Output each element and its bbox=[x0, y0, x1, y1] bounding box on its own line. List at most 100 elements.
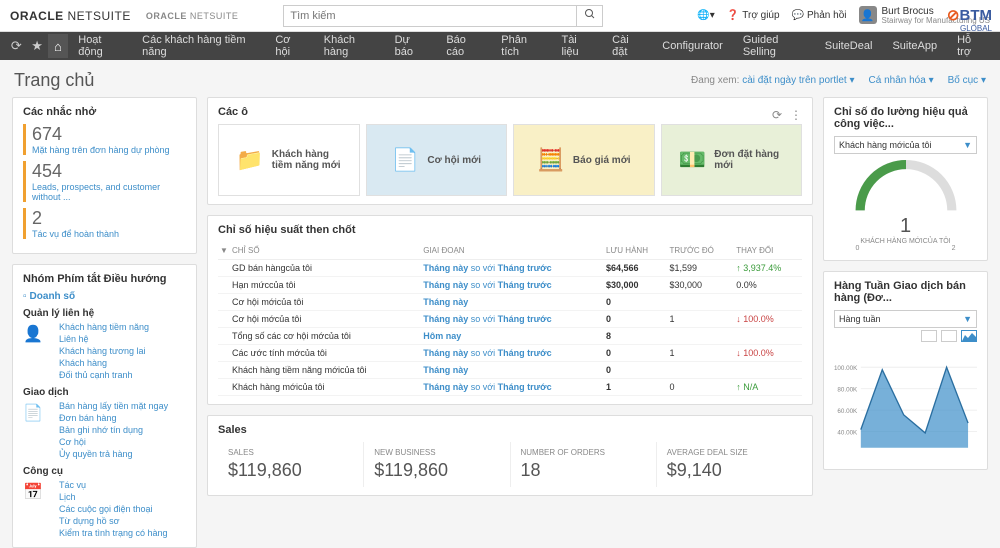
shortcut-link[interactable]: Ủy quyền trả hàng bbox=[41, 448, 168, 460]
kpi-period[interactable]: Tháng này bbox=[421, 294, 604, 311]
page-header: Trang chủ Đang xem: cài đặt ngày trên po… bbox=[0, 60, 1000, 97]
tile-icon: 🧮 bbox=[537, 146, 565, 174]
kpi-col: TRƯỚC ĐÓ bbox=[667, 242, 734, 260]
nav-tài-liệu[interactable]: Tài liệu bbox=[551, 32, 602, 60]
kpi-row: Cơ hội mớicủa tôiTháng này0 bbox=[218, 294, 802, 311]
shortcut-link[interactable]: Bán hàng lấy tiền mặt ngay bbox=[41, 400, 168, 412]
shortcut-link[interactable]: Bản ghi nhớ tín dụng bbox=[41, 424, 168, 436]
kpi-row: Khách hàng tiềm năng mớicủa tôiTháng này… bbox=[218, 362, 802, 379]
nav-suiteapp[interactable]: SuiteApp bbox=[882, 32, 947, 60]
kpi-title: Chỉ số hiệu suất then chốt bbox=[218, 224, 802, 236]
shortcut-group-icon: 📄 bbox=[23, 400, 41, 460]
recent-icon[interactable]: ⟳ bbox=[6, 34, 27, 58]
kpi-period[interactable]: Hôm nay bbox=[421, 328, 604, 345]
kpi-row: Hạn mứccủa tôiTháng này so với Tháng trư… bbox=[218, 277, 802, 294]
reminder-link[interactable]: Mặt hàng trên đơn hàng dự phòng bbox=[32, 145, 186, 155]
kpi-period[interactable]: Tháng này so với Tháng trước bbox=[421, 311, 604, 328]
search-icon bbox=[584, 8, 596, 20]
viewing-label: Đang xem: cài đặt ngày trên portlet ▾ bbox=[691, 75, 854, 86]
kpi-period[interactable]: Tháng này so với Tháng trước bbox=[421, 260, 604, 277]
viewing-value[interactable]: cài đặt ngày trên portlet ▾ bbox=[742, 75, 854, 86]
menu-icon[interactable]: ⋮ bbox=[790, 108, 802, 122]
nav-các-khách-hàng-tiềm-năng[interactable]: Các khách hàng tiềm năng bbox=[132, 32, 265, 60]
feedback-link[interactable]: 💬 Phản hồi bbox=[792, 10, 847, 21]
shortcut-link[interactable]: Đối thủ cạnh tranh bbox=[41, 369, 149, 381]
user-icon: 👤 bbox=[859, 6, 877, 24]
shortcuts-title: Nhóm Phím tắt Điều hướng bbox=[23, 273, 186, 285]
tile-icon: 📄 bbox=[391, 146, 419, 174]
reminder-link[interactable]: Leads, prospects, and customer without .… bbox=[32, 182, 186, 202]
tile-1[interactable]: 📄Cơ hội mới bbox=[366, 124, 508, 196]
page-title: Trang chủ bbox=[14, 70, 94, 91]
tile-0[interactable]: 📁Khách hàng tiềm năng mới bbox=[218, 124, 360, 196]
kpi-col: THAY ĐỔI bbox=[734, 242, 802, 260]
chart-type-2[interactable] bbox=[941, 330, 957, 342]
sales-cell: AVERAGE DEAL SIZE$9,140 bbox=[657, 442, 802, 487]
nav-configurator[interactable]: Configurator bbox=[652, 32, 733, 60]
nav-khách-hàng[interactable]: Khách hàng bbox=[314, 32, 385, 60]
kpi-period[interactable]: Tháng này bbox=[421, 362, 604, 379]
nav-dự-báo[interactable]: Dự báo bbox=[385, 32, 437, 60]
kpi-period[interactable]: Tháng này so với Tháng trước bbox=[421, 277, 604, 294]
home-icon[interactable]: ⌂ bbox=[48, 34, 69, 58]
shortcut-link[interactable]: Kiểm tra tình trạng có hàng bbox=[41, 527, 168, 539]
shortcut-link[interactable]: Khách hàng bbox=[41, 357, 149, 369]
nav-hỗ-trợ[interactable]: Hỗ trợ bbox=[947, 32, 994, 60]
nav-bar: ⟳ ★ ⌂ Hoạt độngCác khách hàng tiềm năngC… bbox=[0, 32, 1000, 60]
reminder-link[interactable]: Tác vụ để hoàn thành bbox=[32, 229, 186, 239]
nav-suitedeal[interactable]: SuiteDeal bbox=[815, 32, 883, 60]
reminder-item: 2Tác vụ để hoàn thành bbox=[23, 208, 186, 239]
svg-text:100.00K: 100.00K bbox=[834, 365, 858, 372]
lang-selector[interactable]: 🌐▾ bbox=[697, 10, 714, 21]
layout-link[interactable]: Bố cục ▾ bbox=[948, 75, 986, 86]
personalize-link[interactable]: Cá nhân hóa ▾ bbox=[869, 75, 934, 86]
shortcuts-section[interactable]: ▫ Doanh số bbox=[23, 291, 186, 302]
trend-dropdown[interactable]: Hàng tuần▼ bbox=[834, 310, 977, 328]
search-button[interactable] bbox=[576, 6, 602, 26]
chart-type-1[interactable] bbox=[921, 330, 937, 342]
kpi-period[interactable]: Tháng này so với Tháng trước bbox=[421, 345, 604, 362]
kpi-card: Chỉ số hiệu suất then chốt ▼CHỈ SỐGIAI Đ… bbox=[207, 215, 813, 405]
shortcut-link[interactable]: Cơ hội bbox=[41, 436, 168, 448]
sales-title: Sales bbox=[218, 424, 802, 436]
svg-text:60.00K: 60.00K bbox=[837, 408, 858, 415]
kpi-col: GIAI ĐOẠN bbox=[421, 242, 604, 260]
nav-cơ-hội[interactable]: Cơ hội bbox=[265, 32, 313, 60]
kpi-period[interactable]: Tháng này so với Tháng trước bbox=[421, 379, 604, 396]
nav-hoạt-động[interactable]: Hoạt động bbox=[68, 32, 132, 60]
trend-card: Hàng Tuần Giao dịch bán hàng (Đơ... Hàng… bbox=[823, 271, 988, 470]
nav-báo-cáo[interactable]: Báo cáo bbox=[436, 32, 491, 60]
nav-guided-selling[interactable]: Guided Selling bbox=[733, 32, 815, 60]
shortcut-group-head: Quản lý liên hệ bbox=[23, 308, 186, 319]
sales-cell: NEW BUSINESS$119,860 bbox=[364, 442, 510, 487]
nav-phân-tích[interactable]: Phân tích bbox=[491, 32, 551, 60]
meter-title: Chỉ số đo lường hiệu quả công việc... bbox=[834, 106, 977, 130]
chart-type-3[interactable] bbox=[961, 330, 977, 342]
tile-2[interactable]: 🧮Báo giá mới bbox=[513, 124, 655, 196]
shortcut-link[interactable]: Liên hệ bbox=[41, 333, 149, 345]
logo-oracle: ORACLE NETSUITE bbox=[10, 9, 131, 23]
meter-dropdown[interactable]: Khách hàng mớicủa tôi▼ bbox=[834, 136, 977, 154]
shortcut-link[interactable]: Đơn bán hàng bbox=[41, 412, 168, 424]
shortcut-link[interactable]: Các cuộc gọi điện thoại bbox=[41, 503, 168, 515]
shortcut-link[interactable]: Khách hàng tương lai bbox=[41, 345, 149, 357]
star-icon[interactable]: ★ bbox=[27, 34, 48, 58]
gauge-value: 1 bbox=[900, 215, 911, 238]
shortcut-group-icon: 📅 bbox=[23, 479, 41, 539]
refresh-icon[interactable]: ⟳ bbox=[772, 108, 782, 122]
kpi-row: Cơ hội mớcủa tôiTháng này so với Tháng t… bbox=[218, 311, 802, 328]
help-link[interactable]: ❓ Trợ giúp bbox=[727, 10, 780, 21]
btm-logo: ⊘BTMGLOBAL bbox=[947, 6, 992, 33]
shortcut-link[interactable]: Khách hàng tiềm năng bbox=[41, 321, 149, 333]
search-box bbox=[283, 5, 603, 27]
shortcut-link[interactable]: Từ dựng hồ sơ bbox=[41, 515, 168, 527]
shortcut-link[interactable]: Tác vụ bbox=[41, 479, 168, 491]
gauge-arc bbox=[851, 160, 961, 215]
search-input[interactable] bbox=[284, 6, 576, 26]
kpi-row: GD bán hàngcủa tôiTháng này so với Tháng… bbox=[218, 260, 802, 277]
nav-cài-đặt[interactable]: Cài đặt bbox=[602, 32, 652, 60]
tile-3[interactable]: 💵Đơn đặt hàng mới bbox=[661, 124, 803, 196]
shortcut-link[interactable]: Lịch bbox=[41, 491, 168, 503]
sales-card: Sales SALES$119,860NEW BUSINESS$119,860N… bbox=[207, 415, 813, 496]
reminders-card: Các nhắc nhở 674Mặt hàng trên đơn hàng d… bbox=[12, 97, 197, 254]
